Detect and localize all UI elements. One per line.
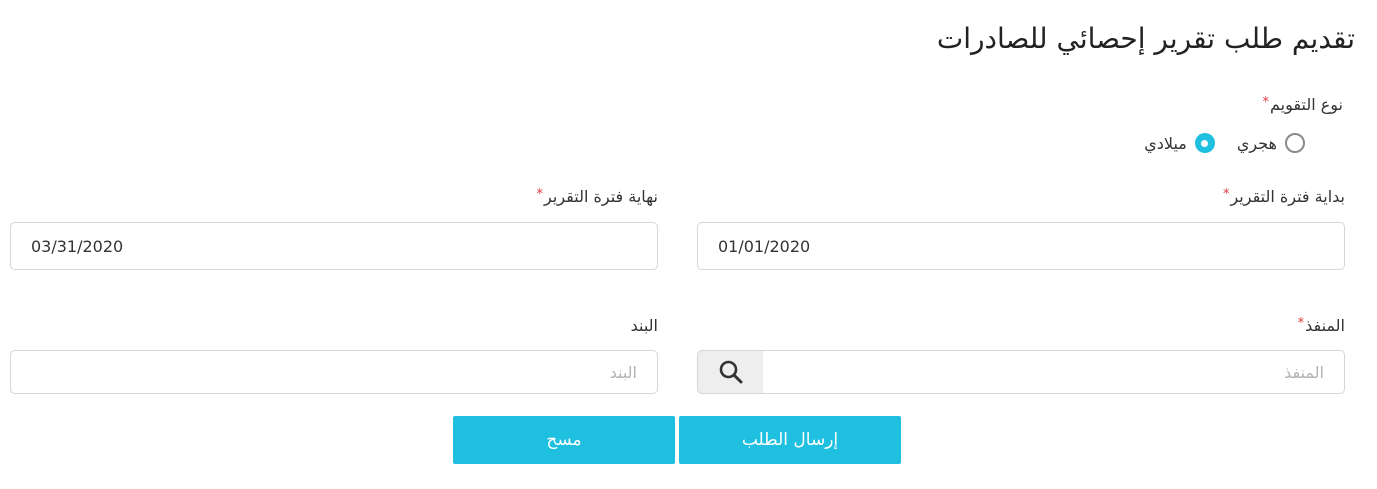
calendar-type-label: نوع التقويم*	[1263, 95, 1343, 114]
period-start-label-text: بداية فترة التقرير	[1230, 187, 1345, 206]
required-mark: *	[1222, 187, 1230, 202]
submit-request-button[interactable]: إرسال الطلب	[679, 416, 901, 464]
radio-gregorian[interactable]: ميلادي	[1144, 133, 1215, 153]
radio-selected-dot	[1201, 139, 1209, 147]
radio-gregorian-circle[interactable]	[1194, 133, 1215, 153]
radio-hijri-circle[interactable]	[1285, 133, 1305, 153]
required-mark: *	[536, 187, 544, 202]
report-request-page: تقديم طلب تقرير إحصائي للصادرات نوع التق…	[0, 0, 1377, 489]
search-icon	[719, 360, 742, 384]
radio-hijri-label[interactable]: هجري	[1237, 134, 1277, 153]
period-start-date-input[interactable]	[697, 222, 1345, 270]
required-mark: *	[1262, 95, 1270, 110]
port-label: المنفذ*	[1298, 316, 1345, 335]
period-end-date-input[interactable]	[10, 222, 658, 270]
item-input[interactable]	[10, 350, 658, 394]
period-end-label: نهاية فترة التقرير*	[537, 187, 658, 206]
radio-hijri[interactable]: هجري	[1237, 133, 1305, 153]
calendar-type-radio-group: هجري ميلادي	[1144, 133, 1305, 153]
clear-button[interactable]: مسح	[453, 416, 675, 464]
page-title: تقديم طلب تقرير إحصائي للصادرات	[936, 22, 1355, 55]
port-search-input[interactable]	[762, 350, 1345, 394]
required-mark: *	[1297, 316, 1305, 331]
port-label-text: المنفذ	[1305, 316, 1345, 335]
port-search-button[interactable]	[697, 350, 763, 394]
radio-gregorian-label[interactable]: ميلادي	[1144, 134, 1187, 153]
period-end-label-text: نهاية فترة التقرير	[544, 187, 658, 206]
calendar-type-label-text: نوع التقويم	[1270, 95, 1343, 114]
item-label: البند	[631, 316, 658, 335]
item-label-text: البند	[630, 316, 658, 335]
period-start-label: بداية فترة التقرير*	[1223, 187, 1345, 206]
